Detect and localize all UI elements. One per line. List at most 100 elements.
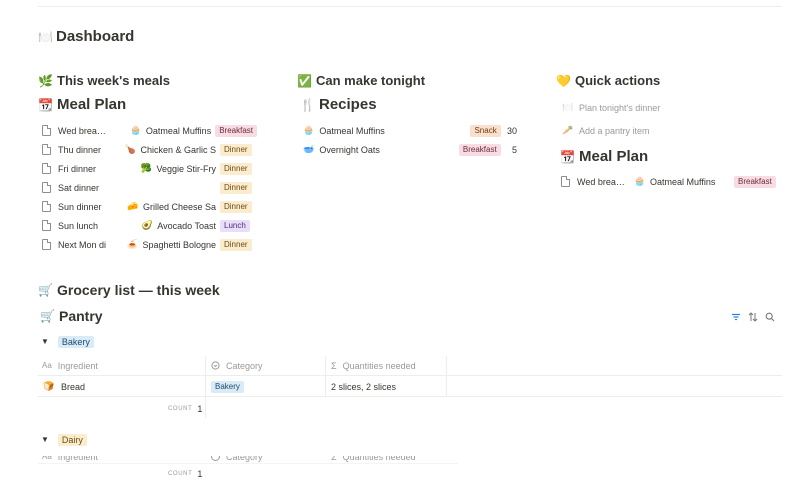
calendar-icon: 📆: [38, 97, 53, 112]
column-header-label: Ingredient: [57, 456, 98, 462]
list-item[interactable]: 🥣 Overnight Oats Breakfast 5: [302, 140, 517, 159]
column-divider: [325, 356, 326, 396]
list-item[interactable]: Fri dinner 🥦 Veggie Stir-Fry Dinner: [42, 159, 257, 178]
recipe-name: Oatmeal Muffins: [319, 125, 385, 136]
recipe-name: Oatmeal Muffins: [650, 176, 716, 187]
count-footer[interactable]: COUNT 1: [168, 399, 202, 418]
count-value: 1: [197, 403, 203, 414]
quantities-cell[interactable]: 2 slices, 2 slices: [331, 377, 396, 396]
fork-knife-icon: 🍴: [300, 97, 315, 112]
herb-icon: 🌿: [38, 73, 53, 88]
recipe-name: Grilled Cheese Sa: [142, 201, 216, 212]
list-item[interactable]: Sat dinner Dinner: [42, 178, 257, 197]
group-header-dairy[interactable]: ▼ Dairy: [41, 430, 87, 449]
count-label: COUNT: [168, 405, 193, 412]
recipe-name: Spaghetti Bologne: [142, 239, 216, 250]
bread-icon: 🍞: [43, 381, 55, 392]
list-item[interactable]: Next Mon di… 🍝Spaghetti Bologne Dinner: [42, 235, 257, 254]
cupcake-icon: 🧁: [634, 176, 646, 187]
page-title: 🍽️ Dashboard: [38, 28, 134, 45]
column-header-ingredient[interactable]: Aa Ingredient: [42, 356, 98, 375]
calendar-icon: 📆: [560, 149, 575, 164]
actions-section-title: 💛 Quick actions: [556, 73, 660, 88]
list-item[interactable]: 🧁 Oatmeal Muffins Snack 30: [302, 121, 517, 140]
meal-name: Sun lunch: [58, 220, 99, 231]
group-tag: Dairy: [57, 433, 87, 446]
pantry-db-title[interactable]: 🛒 Pantry: [40, 308, 103, 324]
sort-icon[interactable]: [748, 312, 758, 322]
count-footer[interactable]: COUNT 1: [168, 464, 202, 483]
list-item[interactable]: Sun lunch 🥑 Avocado Toast Lunch: [42, 216, 257, 235]
meal-type-tag: Dinner: [220, 143, 252, 156]
tonight-section-title: ✅ Can make tonight: [297, 73, 425, 88]
page-icon: [42, 239, 51, 250]
group-header-bakery[interactable]: ▼ Bakery: [41, 332, 94, 351]
table-divider: [38, 396, 782, 397]
cupcake-icon: 🧁: [303, 125, 315, 136]
meal-name: Sat dinner: [58, 182, 100, 193]
cheese-icon: 🧀: [127, 201, 139, 212]
column-header-label: Quantities needed: [342, 456, 416, 462]
text-property-icon: Aa: [42, 456, 52, 461]
text-property-icon: Aa: [42, 361, 52, 370]
meal-name: Wed brea…: [58, 125, 105, 136]
meal-name: Next Mon di…: [58, 239, 106, 250]
meal-name: Wed brea…: [577, 176, 625, 187]
group-tag: Bakery: [57, 335, 94, 348]
spaghetti-icon: 🍝: [126, 239, 139, 250]
page-icon: [42, 125, 51, 136]
filter-icon[interactable]: [731, 312, 741, 322]
list-item[interactable]: Wed brea… 🧁 Oatmeal Muffins Breakfast: [561, 172, 781, 191]
table-divider: [38, 463, 458, 464]
broccoli-icon: 🥦: [140, 163, 153, 174]
prep-time-value: 30: [506, 125, 517, 136]
page-title-text: Dashboard: [56, 28, 135, 45]
plan-dinner-button[interactable]: 🍽️ Plan tonight's dinner: [561, 98, 660, 117]
grocery-section-title: 🛒 Grocery list — this week: [38, 282, 220, 298]
grocery-section-title-text: Grocery list — this week: [57, 282, 220, 298]
meal-type-tag: Snack: [470, 124, 501, 137]
pantry-db-title-text: Pantry: [59, 308, 103, 324]
recipes-db-title-text: Recipes: [319, 96, 377, 113]
column-header-label: Category: [226, 456, 263, 462]
page-icon: [42, 182, 51, 193]
column-divider: [205, 356, 206, 418]
triangle-down-icon[interactable]: ▼: [41, 435, 49, 444]
list-item[interactable]: Thu dinner 🍗 Chicken & Garlic S Dinner: [42, 140, 257, 159]
triangle-down-icon[interactable]: ▼: [41, 337, 49, 346]
recipes-db-title[interactable]: 🍴 Recipes: [300, 96, 377, 113]
table-row[interactable]: 🍞 Bread: [42, 377, 85, 396]
select-property-icon: [211, 456, 220, 461]
cupcake-icon: 🧁: [130, 125, 142, 136]
shopping-cart-icon: 🛒: [40, 309, 55, 323]
column-divider: [446, 356, 447, 396]
page-icon: [42, 163, 51, 174]
list-item[interactable]: Wed brea… 🧁 Oatmeal Muffins Breakfast: [42, 121, 257, 140]
meal-type-tag: Breakfast: [215, 124, 257, 137]
search-icon[interactable]: [765, 312, 775, 322]
recipe-name: Overnight Oats: [319, 144, 380, 155]
column-header-quantities[interactable]: Σ Quantities needed: [331, 356, 416, 375]
meal-type-tag: Lunch: [220, 219, 250, 232]
meal-plan-db-title-2[interactable]: 📆 Meal Plan: [560, 148, 648, 165]
meal-plan-db-title-2-text: Meal Plan: [579, 148, 649, 165]
category-cell[interactable]: Bakery: [211, 377, 244, 396]
page-icon: [42, 144, 51, 155]
yellow-heart-icon: 💛: [556, 73, 571, 88]
avocado-icon: 🥑: [141, 220, 153, 231]
plan-dinner-label: Plan tonight's dinner: [579, 102, 661, 113]
column-header-label: Ingredient: [57, 360, 98, 371]
count-label: COUNT: [168, 470, 193, 477]
quantities-value: 2 slices, 2 slices: [331, 381, 397, 392]
table-divider: [38, 375, 782, 376]
list-item[interactable]: Sun dinner 🧀 Grilled Cheese Sa Dinner: [42, 197, 257, 216]
meal-plan-db-title[interactable]: 📆 Meal Plan: [38, 96, 126, 113]
meal-type-tag: Breakfast: [458, 143, 501, 156]
category-tag: Bakery: [211, 380, 244, 393]
add-pantry-item-button[interactable]: 🥕 Add a pantry item: [561, 121, 649, 140]
column-header-category[interactable]: Category: [211, 356, 263, 375]
plate-icon: 🍽️: [38, 29, 53, 44]
shopping-cart-icon: 🛒: [38, 283, 53, 297]
recipe-name: Veggie Stir-Fry: [156, 163, 216, 174]
meal-type-tag: Breakfast: [734, 175, 776, 188]
